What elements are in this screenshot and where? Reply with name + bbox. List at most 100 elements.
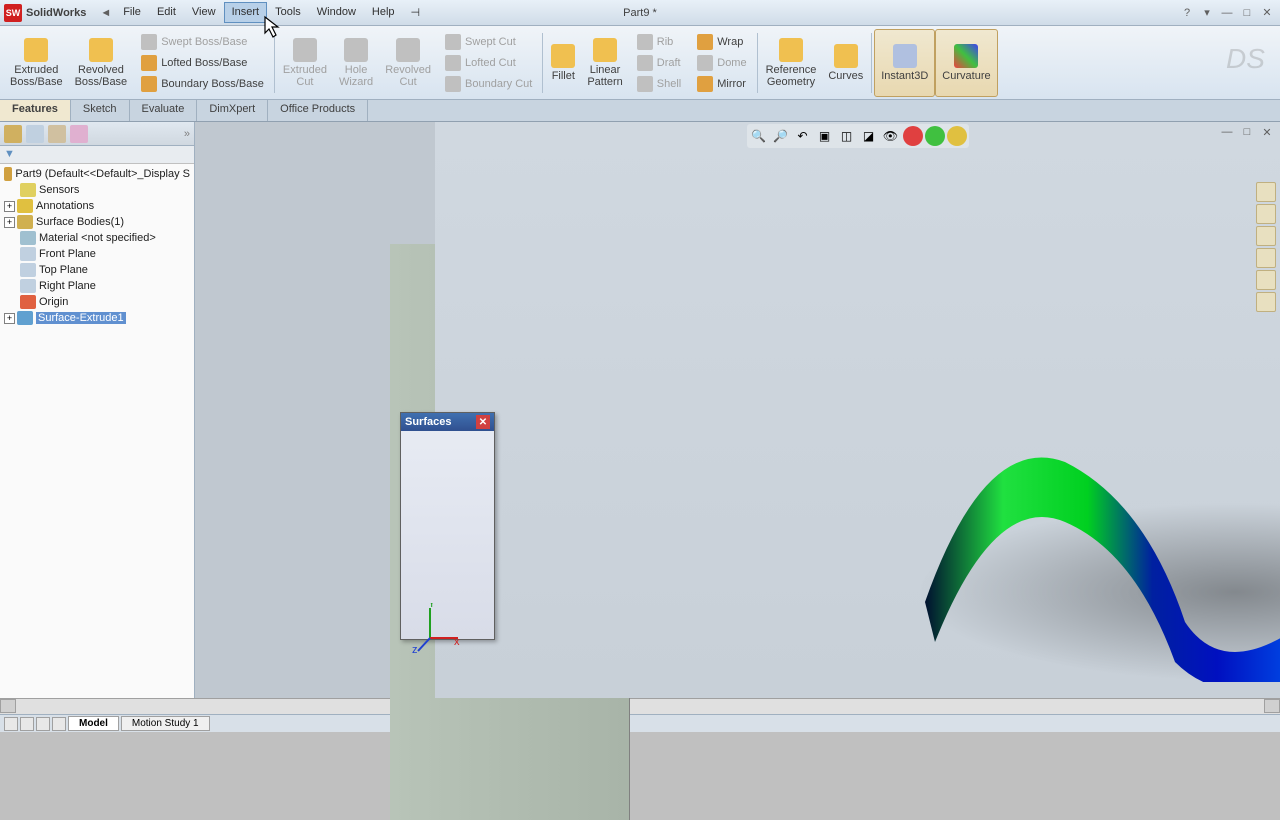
nav-left-icon[interactable]: ◄ xyxy=(96,7,115,19)
view-orient-icon[interactable]: ◫ xyxy=(837,126,857,146)
solidworks-logo-icon: DS xyxy=(1226,43,1266,83)
extruded-cut-button[interactable]: ExtrudedCut xyxy=(277,29,333,97)
ribbon-toolbar: ExtrudedBoss/Base RevolvedBoss/Base Swep… xyxy=(0,26,1280,100)
maximize-icon[interactable]: □ xyxy=(1238,5,1256,21)
curvature-button[interactable]: Curvature xyxy=(935,29,997,97)
file-explorer-icon[interactable] xyxy=(1256,226,1276,246)
horizontal-scrollbar[interactable] xyxy=(0,698,1280,714)
menu-insert[interactable]: Insert xyxy=(224,2,268,23)
tree-filter-input[interactable]: ▼ xyxy=(0,146,194,164)
feature-tree-icon[interactable] xyxy=(4,125,22,143)
3d-viewport[interactable]: 🔍 🔎 ↶ ▣ ◫ ◪ 👁 — □ ✕ xyxy=(435,122,1280,698)
swept-boss-button[interactable]: Swept Boss/Base xyxy=(137,32,268,52)
hide-show-icon[interactable]: 👁 xyxy=(881,126,901,146)
bottom-tab-bar: Model Motion Study 1 xyxy=(0,714,1280,732)
tab-motion-study[interactable]: Motion Study 1 xyxy=(121,716,210,731)
help-icon[interactable]: ? xyxy=(1178,5,1196,21)
instant3d-button[interactable]: Instant3D xyxy=(874,29,935,97)
resources-icon[interactable] xyxy=(1256,182,1276,202)
viewport-maximize-icon[interactable]: □ xyxy=(1238,124,1256,140)
tree-sensors[interactable]: Sensors xyxy=(2,182,192,198)
menu-file[interactable]: File xyxy=(115,2,149,23)
section-view-icon[interactable]: ▣ xyxy=(815,126,835,146)
revolved-boss-button[interactable]: RevolvedBoss/Base xyxy=(69,29,134,97)
display-style-icon[interactable]: ◪ xyxy=(859,126,879,146)
view-palette-icon[interactable] xyxy=(1256,248,1276,268)
zoom-fit-icon[interactable]: 🔍 xyxy=(749,126,769,146)
svg-text:Y: Y xyxy=(428,603,436,610)
fillet-button[interactable]: Fillet xyxy=(545,29,581,97)
tree-material[interactable]: Material <not specified> xyxy=(2,230,192,246)
curves-button[interactable]: Curves xyxy=(822,29,869,97)
tree-surface-bodies[interactable]: +Surface Bodies(1) xyxy=(2,214,192,230)
property-manager-icon[interactable] xyxy=(26,125,44,143)
design-library-icon[interactable] xyxy=(1256,204,1276,224)
tree-front-plane[interactable]: Front Plane xyxy=(2,246,192,262)
linear-pattern-button[interactable]: LinearPattern xyxy=(581,29,628,97)
dome-button[interactable]: Dome xyxy=(693,53,750,73)
boundary-cut-button[interactable]: Boundary Cut xyxy=(441,74,536,94)
lofted-cut-button[interactable]: Lofted Cut xyxy=(441,53,536,73)
reference-geometry-button[interactable]: ReferenceGeometry xyxy=(760,29,823,97)
surfaces-panel-title[interactable]: Surfaces ✕ xyxy=(401,413,494,431)
scroll-right-icon[interactable] xyxy=(1264,699,1280,713)
mirror-button[interactable]: Mirror xyxy=(693,74,750,94)
boundary-boss-button[interactable]: Boundary Boss/Base xyxy=(137,74,268,94)
prev-view-icon[interactable]: ↶ xyxy=(793,126,813,146)
menu-pin-icon[interactable]: ⊣ xyxy=(403,2,429,23)
tab-next-icon[interactable] xyxy=(36,717,50,731)
tab-features[interactable]: Features xyxy=(0,100,71,121)
config-manager-icon[interactable] xyxy=(48,125,66,143)
minimize-icon[interactable]: — xyxy=(1218,5,1236,21)
scroll-left-icon[interactable] xyxy=(0,699,16,713)
dropdown-icon[interactable]: ▾ xyxy=(1198,5,1216,21)
extruded-boss-button[interactable]: ExtrudedBoss/Base xyxy=(4,29,69,97)
app-name: SolidWorks xyxy=(26,7,86,19)
title-bar: SW SolidWorks ◄ File Edit View Insert To… xyxy=(0,0,1280,26)
sidebar-collapse-icon[interactable]: » xyxy=(184,128,190,140)
close-icon[interactable]: ✕ xyxy=(1258,5,1276,21)
tree-annotations[interactable]: +Annotations xyxy=(2,198,192,214)
apply-scene-icon[interactable] xyxy=(925,126,945,146)
main-menu: File Edit View Insert Tools Window Help … xyxy=(115,2,428,23)
shell-button[interactable]: Shell xyxy=(633,74,685,94)
menu-tools[interactable]: Tools xyxy=(267,2,309,23)
viewport-window-controls: — □ ✕ xyxy=(1218,124,1276,140)
wrap-button[interactable]: Wrap xyxy=(693,32,750,52)
surfaces-panel-close-icon[interactable]: ✕ xyxy=(476,415,490,429)
tab-sketch[interactable]: Sketch xyxy=(71,100,130,121)
draft-button[interactable]: Draft xyxy=(633,53,685,73)
viewport-minimize-icon[interactable]: — xyxy=(1218,124,1236,140)
menu-view[interactable]: View xyxy=(184,2,224,23)
tree-origin[interactable]: Origin xyxy=(2,294,192,310)
tab-prev-icon[interactable] xyxy=(20,717,34,731)
viewport-close-icon[interactable]: ✕ xyxy=(1258,124,1276,140)
tab-office-products[interactable]: Office Products xyxy=(268,100,368,121)
tree-right-plane[interactable]: Right Plane xyxy=(2,278,192,294)
tab-last-icon[interactable] xyxy=(52,717,66,731)
tab-dimxpert[interactable]: DimXpert xyxy=(197,100,268,121)
rib-button[interactable]: Rib xyxy=(633,32,685,52)
menu-window[interactable]: Window xyxy=(309,2,364,23)
hole-wizard-button[interactable]: HoleWizard xyxy=(333,29,379,97)
svg-text:x: x xyxy=(454,636,460,648)
tree-root[interactable]: Part9 (Default<<Default>_Display S xyxy=(2,166,192,182)
lofted-boss-button[interactable]: Lofted Boss/Base xyxy=(137,53,268,73)
tab-evaluate[interactable]: Evaluate xyxy=(130,100,198,121)
tab-model[interactable]: Model xyxy=(68,716,119,731)
tree-top-plane[interactable]: Top Plane xyxy=(2,262,192,278)
swept-cut-button[interactable]: Swept Cut xyxy=(441,32,536,52)
appearances-icon[interactable] xyxy=(1256,270,1276,290)
feature-tabs: Features Sketch Evaluate DimXpert Office… xyxy=(0,100,1280,122)
zoom-area-icon[interactable]: 🔎 xyxy=(771,126,791,146)
menu-edit[interactable]: Edit xyxy=(149,2,184,23)
revolved-cut-button[interactable]: RevolvedCut xyxy=(379,29,437,97)
edit-appearance-icon[interactable] xyxy=(903,126,923,146)
view-settings-icon[interactable] xyxy=(947,126,967,146)
custom-props-icon[interactable] xyxy=(1256,292,1276,312)
tab-first-icon[interactable] xyxy=(4,717,18,731)
surface-model[interactable] xyxy=(905,422,1280,682)
tree-surface-extrude[interactable]: +Surface-Extrude1 xyxy=(2,310,192,326)
menu-help[interactable]: Help xyxy=(364,2,403,23)
dim-manager-icon[interactable] xyxy=(70,125,88,143)
